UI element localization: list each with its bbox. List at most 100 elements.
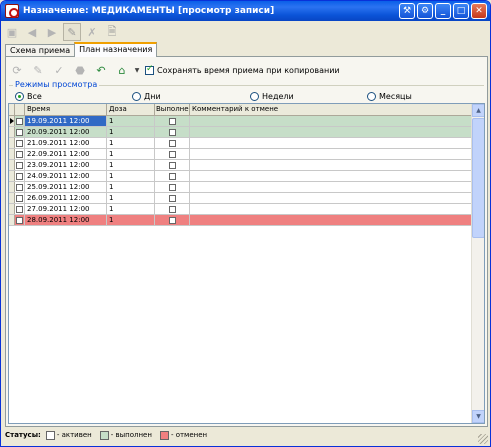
cell-comment[interactable] [190,215,484,225]
cell-dose[interactable]: 1 [107,160,155,170]
cell-comment[interactable] [190,193,484,203]
row-select-checkbox[interactable] [16,139,23,147]
delete-icon[interactable]: ✗ [83,23,101,41]
row-select-checkbox[interactable] [16,205,23,213]
resize-grip[interactable] [478,434,488,444]
cell-done[interactable] [155,149,190,159]
cell-time[interactable]: 23.09.2011 12:00 [25,160,107,170]
cell-done[interactable] [155,182,190,192]
cell-done[interactable] [155,138,190,148]
cell-dose[interactable]: 1 [107,171,155,181]
row-select[interactable] [15,204,25,214]
cell-time[interactable]: 19.09.2011 12:00 [25,116,107,126]
table-row[interactable]: 27.09.2011 12:00 1 [9,204,484,215]
row-select[interactable] [15,127,25,137]
chevron-down-icon[interactable]: ▼ [134,61,140,79]
check-icon[interactable]: ✓ [50,61,68,79]
mode-all-radio[interactable] [15,92,24,101]
arrow-right-icon[interactable]: ▶ [43,23,61,41]
tab-plan[interactable]: План назначения [74,42,158,57]
header-done[interactable]: Выполнен [155,104,190,115]
header-comment[interactable]: Комментарий к отмене [190,104,484,115]
cell-dose[interactable]: 1 [107,182,155,192]
cell-done[interactable] [155,193,190,203]
cell-comment[interactable] [190,127,484,137]
table-row[interactable]: 19.09.2011 12:00 1 [9,116,484,127]
cell-done[interactable] [155,215,190,225]
cell-time[interactable]: 25.09.2011 12:00 [25,182,107,192]
row-select-checkbox[interactable] [16,216,23,224]
edit-icon[interactable]: ✎ [63,23,81,41]
table-row[interactable]: 26.09.2011 12:00 1 [9,193,484,204]
cell-done[interactable] [155,204,190,214]
mode-weeks-radio[interactable] [250,92,259,101]
minimize-icon[interactable]: _ [435,3,451,19]
save-icon[interactable]: ▣ [3,23,21,41]
row-select[interactable] [15,171,25,181]
gear-icon[interactable]: ⚙ [417,3,433,19]
row-select[interactable] [15,215,25,225]
cell-comment[interactable] [190,182,484,192]
cell-time[interactable]: 26.09.2011 12:00 [25,193,107,203]
table-row[interactable]: 20.09.2011 12:00 1 [9,127,484,138]
house-icon[interactable]: ⌂ [113,61,131,79]
cell-comment[interactable] [190,171,484,181]
cell-dose[interactable]: 1 [107,215,155,225]
mode-months[interactable]: Месяцы [367,92,412,101]
done-checkbox[interactable] [168,128,176,136]
cell-dose[interactable]: 1 [107,116,155,126]
document-clock-icon[interactable]: 🗎 [103,23,121,41]
arrow-left-icon[interactable]: ◀ [23,23,41,41]
refresh-icon[interactable]: ⟳ [8,61,26,79]
title-bar[interactable]: Назначение: МЕДИКАМЕНТЫ [просмотр записи… [1,1,490,21]
cell-comment[interactable] [190,116,484,126]
wrench-icon[interactable]: ⚒ [399,3,415,19]
row-select-checkbox[interactable] [16,194,23,202]
row-select[interactable] [15,149,25,159]
mode-weeks[interactable]: Недели [250,92,294,101]
table-row[interactable]: 25.09.2011 12:00 1 [9,182,484,193]
scroll-thumb[interactable] [472,118,484,238]
cell-comment[interactable] [190,149,484,159]
table-row[interactable]: 21.09.2011 12:00 1 [9,138,484,149]
cell-done[interactable] [155,171,190,181]
row-select[interactable] [15,182,25,192]
cell-comment[interactable] [190,160,484,170]
row-select-checkbox[interactable] [16,161,23,169]
row-select[interactable] [15,160,25,170]
done-checkbox[interactable] [168,205,176,213]
save-time-option[interactable]: Сохранять время приема при копировании [145,64,340,75]
mode-days[interactable]: Дни [132,92,161,101]
header-time[interactable]: Время [25,104,107,115]
done-checkbox[interactable] [168,216,176,224]
row-select-checkbox[interactable] [16,183,23,191]
done-checkbox[interactable] [168,150,176,158]
pencil-icon[interactable]: ✎ [29,61,47,79]
header-dose[interactable]: Доза [107,104,155,115]
done-checkbox[interactable] [168,161,176,169]
done-checkbox[interactable] [168,194,176,202]
row-select[interactable] [15,116,25,126]
row-select-checkbox[interactable] [16,128,23,136]
cell-time[interactable]: 28.09.2011 12:00 [25,215,107,225]
scroll-down-icon[interactable]: ▼ [472,410,484,423]
cell-time[interactable]: 27.09.2011 12:00 [25,204,107,214]
row-select-checkbox[interactable] [16,150,23,158]
row-select[interactable] [15,138,25,148]
cell-comment[interactable] [190,138,484,148]
table-row[interactable]: 22.09.2011 12:00 1 [9,149,484,160]
cell-dose[interactable]: 1 [107,204,155,214]
table-row[interactable]: 23.09.2011 12:00 1 [9,160,484,171]
cell-done[interactable] [155,160,190,170]
table-row[interactable]: 28.09.2011 12:00 1 [9,215,484,226]
cell-dose[interactable]: 1 [107,149,155,159]
cell-time[interactable]: 24.09.2011 12:00 [25,171,107,181]
table-row[interactable]: 24.09.2011 12:00 1 [9,171,484,182]
mode-all[interactable]: Все [15,92,42,101]
cell-time[interactable]: 22.09.2011 12:00 [25,149,107,159]
done-checkbox[interactable] [168,139,176,147]
maximize-icon[interactable]: □ [453,3,469,19]
row-select[interactable] [15,193,25,203]
cell-dose[interactable]: 1 [107,127,155,137]
done-checkbox[interactable] [168,183,176,191]
